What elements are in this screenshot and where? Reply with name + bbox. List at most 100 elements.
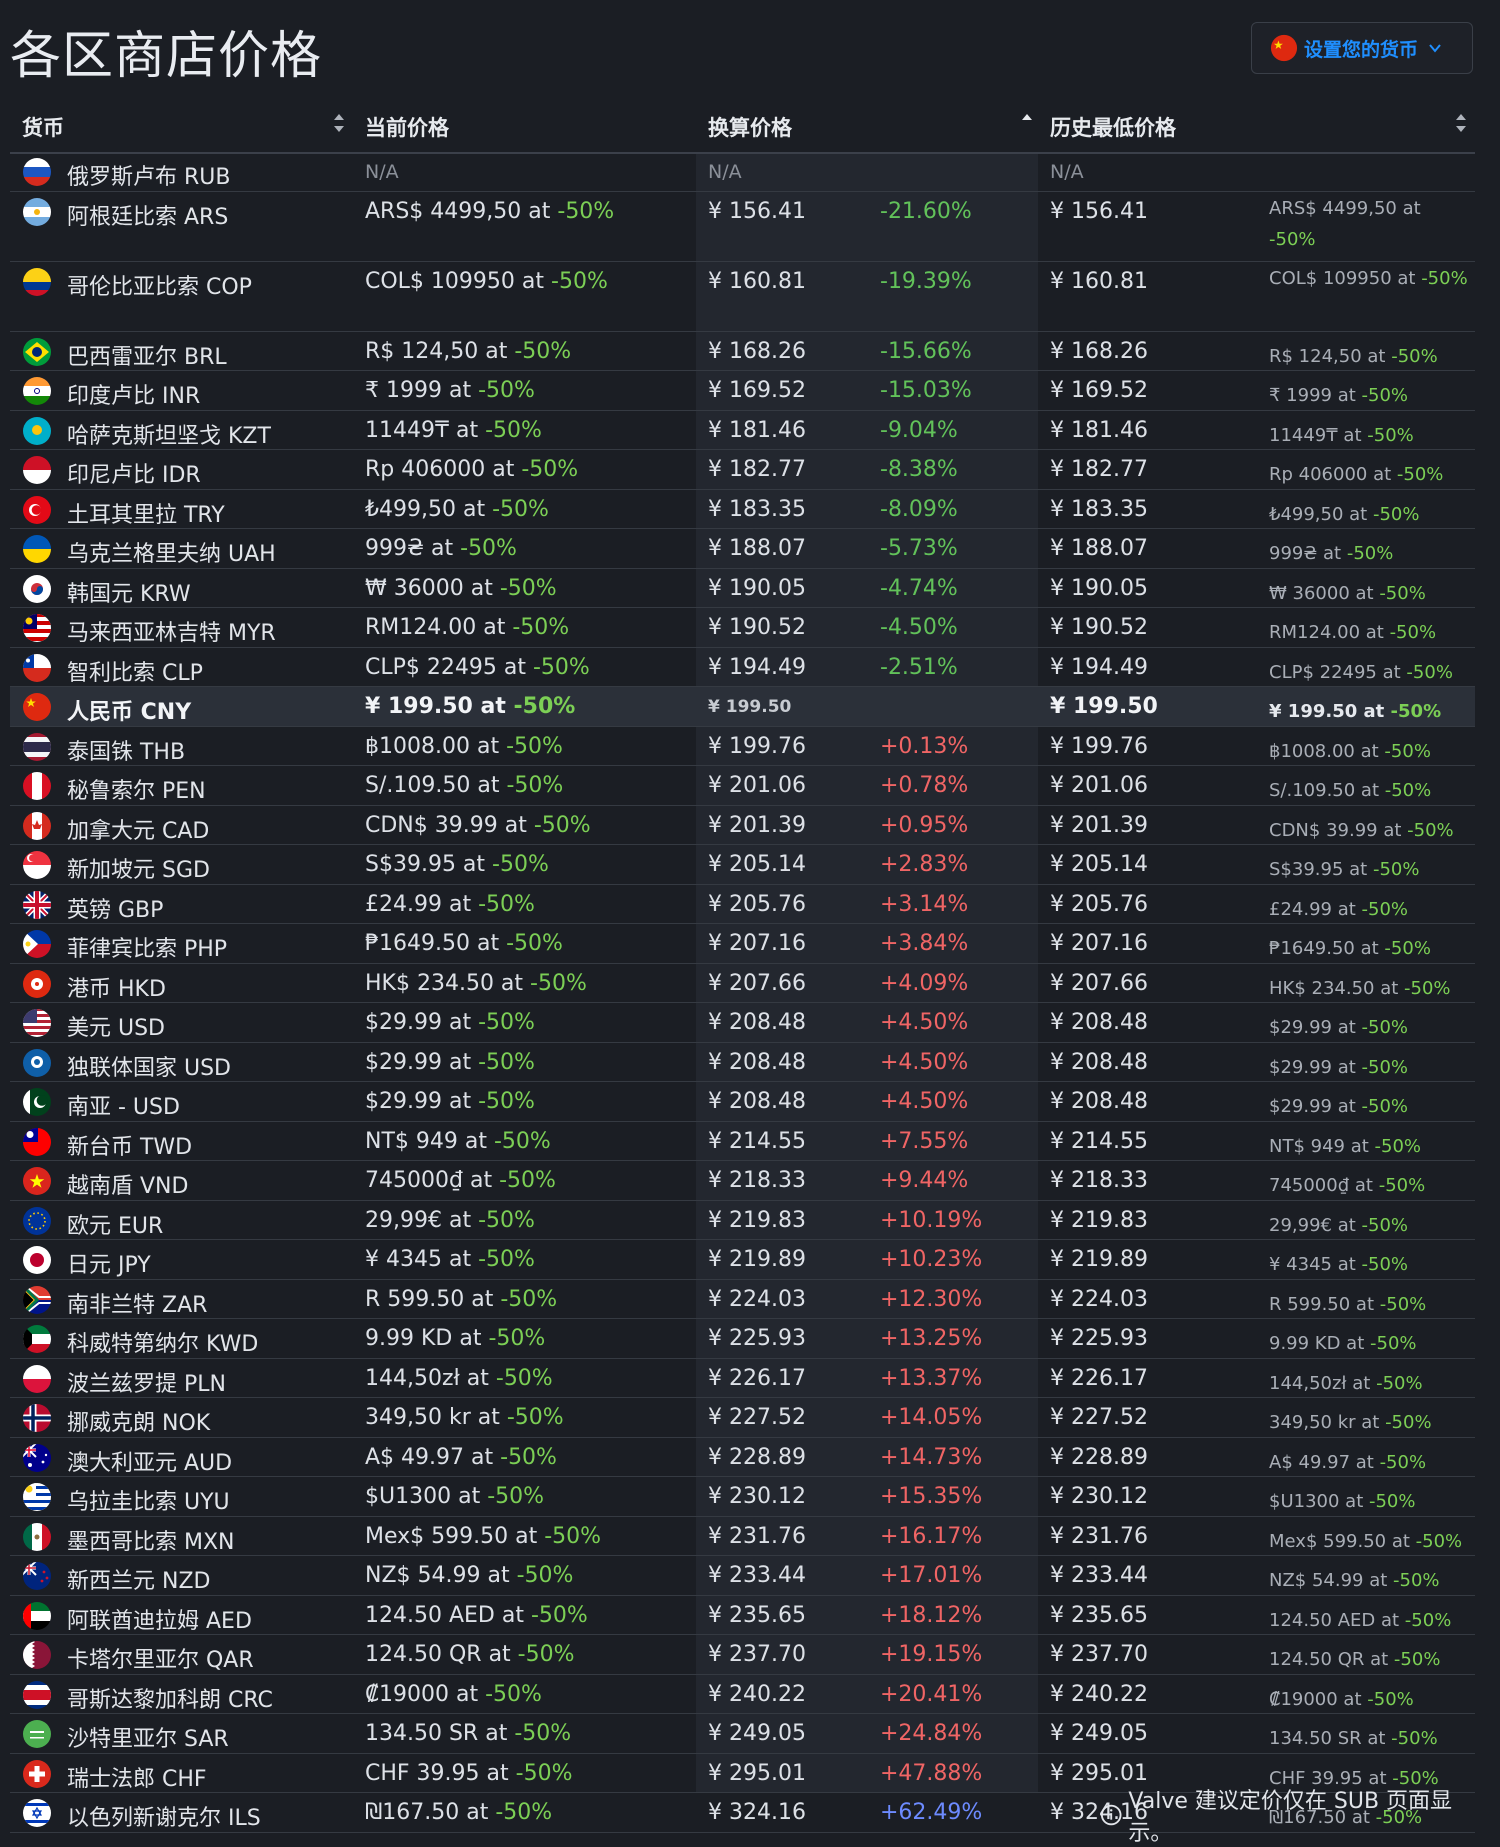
current-price-value: Rp 406000 at: [365, 457, 522, 482]
discount-percent: -50%: [478, 891, 535, 917]
india-flag-icon: [22, 376, 52, 406]
lowest-discount-percent: -50%: [1389, 622, 1437, 643]
lowest-price-original: CDN$ 39.99 at -50%: [1269, 815, 1469, 846]
current-price-value: ARS$ 4499,50 at: [365, 198, 558, 224]
header-lowest-price[interactable]: 历史最低价格: [1050, 112, 1176, 142]
price-difference-percent: -9.04%: [880, 417, 958, 443]
discount-percent: -50%: [530, 1602, 588, 1628]
current-price: ARS$ 4499,50 at -50%: [365, 199, 614, 224]
lowest-discount-percent: -50%: [1361, 1254, 1409, 1275]
lowest-price: ¥ 219.89: [1050, 1247, 1148, 1272]
lowest-discount-percent: -50%: [1415, 1530, 1463, 1552]
price-difference-percent: +4.50%: [880, 1010, 969, 1035]
price-difference-percent: +24.84%: [880, 1721, 983, 1746]
lowest-price: ¥ 205.76: [1050, 891, 1148, 917]
lowest-price-original-value: 999₴ at: [1269, 543, 1347, 564]
table-row: 加拿大元 CAD CDN$ 39.99 at -50% ¥ 201.39 +0.95%…: [10, 806, 1475, 846]
current-price: R 599.50 at -50%: [365, 1287, 557, 1312]
current-price-value: R$ 124,50 at: [365, 338, 515, 364]
table-row: 阿联酋迪拉姆 AED 124.50 AED at -50% ¥ 235.65 +18.…: [10, 1596, 1475, 1635]
converted-price: ¥ 227.52: [708, 1405, 806, 1430]
lowest-price-original: $29.99 at -50%: [1269, 1012, 1469, 1043]
table-row: 智利比索 CLP CLP$ 22495 at -50% ¥ 194.49 -2.51%…: [10, 648, 1475, 687]
current-price-value: NT$ 949 at: [365, 1128, 494, 1154]
current-price: ₹ 1999 at -50%: [365, 378, 535, 403]
converted-price: ¥ 156.41: [708, 198, 806, 224]
table-row: 南亚 - USD $29.99 at -50% ¥ 208.48 +4.50% ¥ 20…: [10, 1082, 1475, 1122]
converted-price: ¥ 235.65: [708, 1602, 806, 1628]
lowest-price-original-value: 745000₫ at: [1269, 1175, 1379, 1196]
price-difference-percent: -5.73%: [880, 536, 958, 561]
lowest-discount-percent: -50%: [1361, 1017, 1409, 1038]
lowest-price-original-value: S/.109.50 at: [1269, 780, 1385, 801]
lowest-price-original-value: $29.99 at: [1269, 1096, 1362, 1117]
converted-price: ¥ 169.52: [708, 378, 806, 403]
current-price: 349,50 kr at -50%: [365, 1405, 564, 1430]
saudi-flag-icon: [22, 1719, 52, 1749]
lowest-discount-percent: -50%: [1378, 1175, 1426, 1196]
set-currency-label: 设置您的货币: [1304, 38, 1419, 61]
israel-flag-icon: [22, 1798, 52, 1828]
current-price-value: A$ 49.97 at: [365, 1444, 501, 1470]
current-price: CDN$ 39.99 at -50%: [365, 813, 591, 838]
header-currency[interactable]: 货币: [22, 112, 64, 142]
converted-price: ¥ 230.12: [708, 1484, 806, 1509]
current-price: HK$ 234.50 at -50%: [365, 971, 587, 996]
table-row: 科威特第纳尔 KWD 9.99 KD at -50% ¥ 225.93 +13.25%…: [10, 1319, 1475, 1359]
converted-price: ¥ 224.03: [708, 1286, 806, 1312]
lowest-price: ¥ 208.48: [1050, 1010, 1148, 1035]
price-difference-percent: +13.37%: [880, 1365, 983, 1391]
sort-icon[interactable]: [332, 112, 346, 134]
table-row: 日元 JPY ¥ 4345 at -50% ¥ 219.89 +10.23% ¥ 219…: [10, 1240, 1475, 1280]
lowest-price: ¥ 235.65: [1050, 1602, 1148, 1628]
discount-percent: -50%: [495, 1800, 553, 1825]
lowest-discount-percent: -50%: [1385, 1412, 1432, 1433]
turkey-flag-icon: [22, 495, 52, 525]
lowest-price-original-value: 124.50 QR at: [1269, 1649, 1394, 1670]
currency-name: 卡塔尔里亚尔 QAR: [67, 1648, 254, 1673]
lowest-price-original-value: ₱1649.50 at: [1269, 938, 1385, 959]
lowest-price-original: S/.109.50 at -50%: [1269, 775, 1469, 806]
discount-percent: -50%: [516, 1563, 574, 1588]
header-converted-price[interactable]: 换算价格: [708, 112, 792, 142]
converted-price: ¥ 205.14: [708, 852, 806, 877]
discount-percent: -50%: [557, 198, 615, 224]
lowest-price-original: S$39.95 at -50%: [1269, 854, 1469, 885]
table-row: 哥伦比亚比索 COP COL$ 109950 at -50% ¥ 160.81 -19…: [10, 262, 1475, 332]
header-current-price[interactable]: 当前价格: [365, 112, 449, 142]
price-difference-percent: -2.51%: [880, 654, 958, 680]
lowest-price: ¥ 208.48: [1050, 1089, 1148, 1114]
current-price-value: CDN$ 39.99 at: [365, 812, 534, 838]
price-difference-percent: +9.44%: [880, 1168, 969, 1193]
australia-flag-icon: [22, 1443, 52, 1473]
currency-name: 新加坡元 SGD: [67, 858, 210, 883]
lowest-price-original: ₩ 36000 at -50%: [1269, 578, 1469, 609]
table-row: 哥斯达黎加科朗 CRC ₡19000 at -50% ¥ 240.22 +20.41%…: [10, 1675, 1475, 1714]
discount-percent: -50%: [499, 575, 557, 601]
lowest-price: ¥ 218.33: [1050, 1168, 1148, 1193]
lowest-price-original: $U1300 at -50%: [1269, 1486, 1469, 1517]
price-difference-percent: +19.15%: [880, 1642, 983, 1667]
current-price: ¥ 199.50 at -50%: [365, 694, 575, 719]
price-difference-percent: +10.19%: [880, 1207, 983, 1233]
lowest-price-original: 9.99 KD at -50%: [1269, 1328, 1469, 1359]
lowest-price-original: ¥ 199.50 at -50%: [1269, 696, 1469, 727]
lowest-price: ¥ 225.93: [1050, 1326, 1148, 1351]
table-row: 土耳其里拉 TRY ₺499,50 at -50% ¥ 183.35 -8.09% ¥ …: [10, 490, 1475, 529]
set-currency-button[interactable]: 设置您的货币: [1251, 22, 1473, 74]
lowest-discount-percent: -50%: [1393, 1649, 1441, 1670]
lowest-price: ¥ 230.12: [1050, 1484, 1148, 1509]
table-row: 新加坡元 SGD S$39.95 at -50% ¥ 205.14 +2.83% ¥ 2…: [10, 845, 1475, 885]
sort-icon[interactable]: [1454, 112, 1468, 134]
lowest-discount-percent: -50%: [1404, 1609, 1452, 1631]
korea-flag-icon: [22, 574, 52, 604]
lowest-price-original: Rp 406000 at -50%: [1269, 459, 1469, 490]
current-price-value: ₺499,50 at: [365, 496, 493, 522]
current-price-value: R 599.50 at: [365, 1286, 501, 1312]
current-price: $29.99 at -50%: [365, 1050, 535, 1075]
currency-name: 新西兰元 NZD: [67, 1569, 211, 1594]
discount-percent: -50%: [485, 1681, 542, 1707]
currency-name: 巴西雷亚尔 BRL: [67, 344, 227, 370]
discount-percent: -50%: [515, 1760, 573, 1786]
sort-ascending-icon[interactable]: [1020, 112, 1034, 134]
